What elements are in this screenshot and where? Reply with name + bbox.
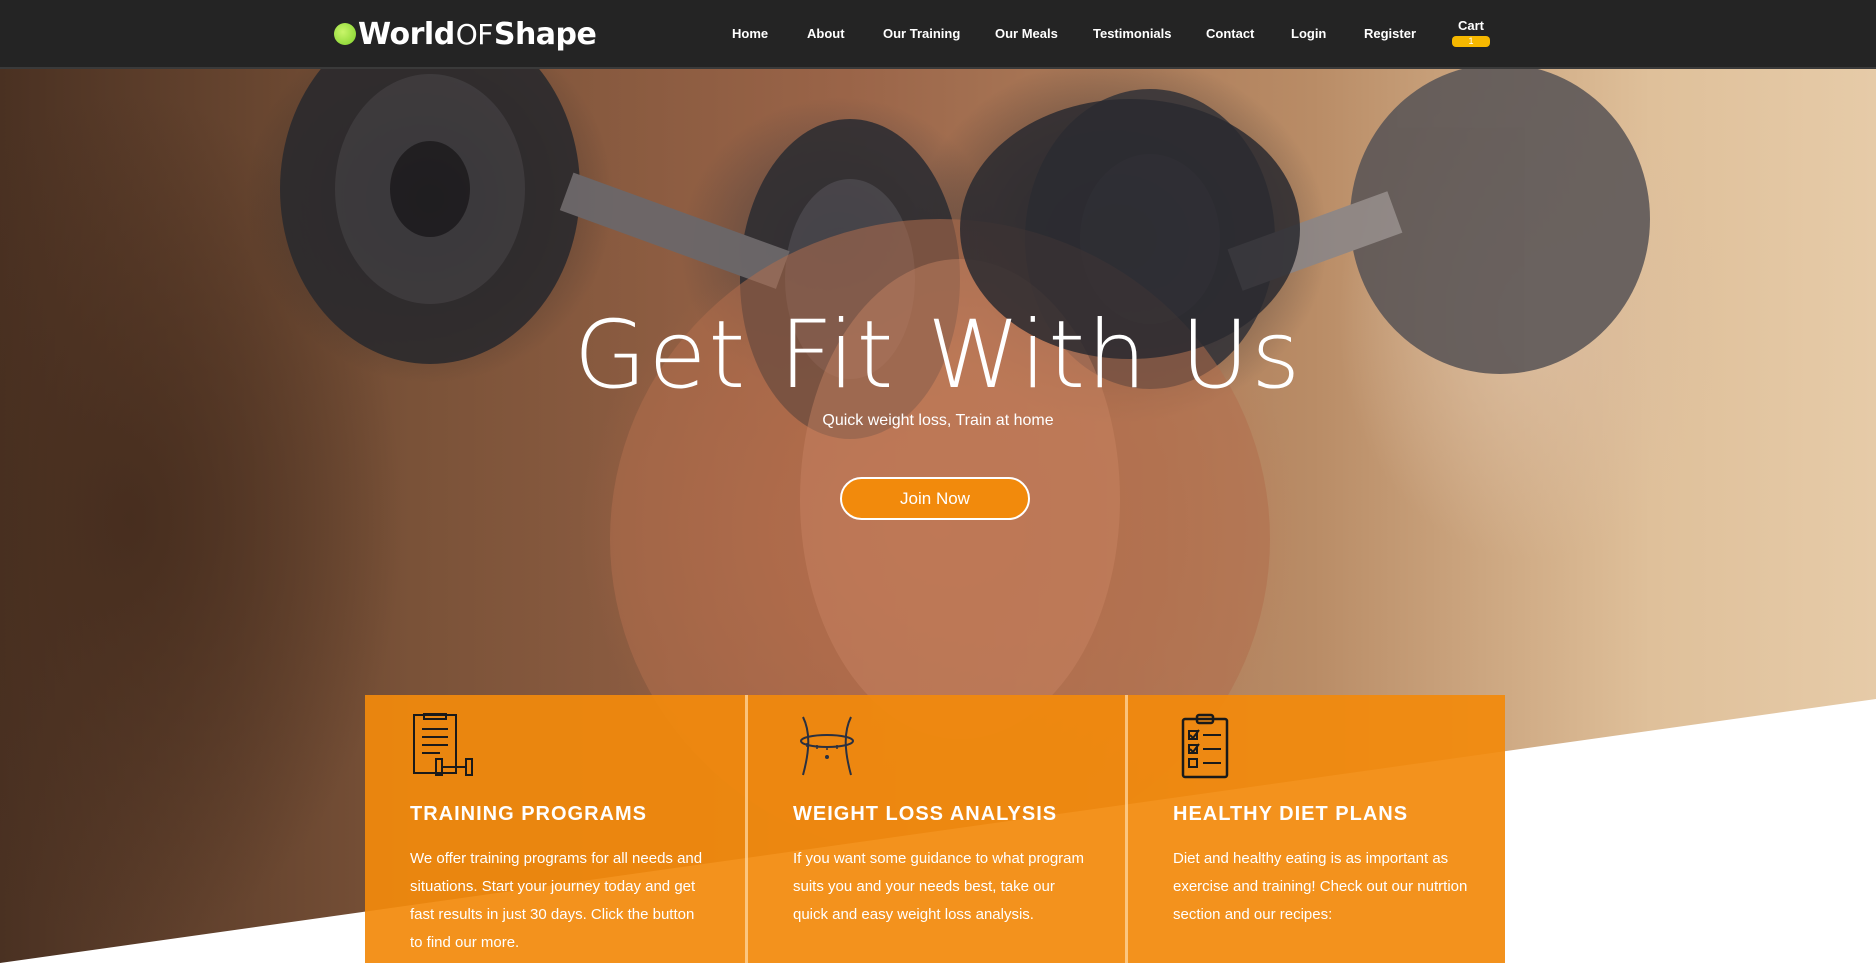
feature-description: Diet and healthy eating is as important … [1173, 850, 1468, 923]
feature-panels: TRAINING PROGRAMS We offer training prog… [365, 695, 1505, 963]
nav-item-our-training[interactable]: Our Training [883, 26, 960, 41]
feature-description: We offer training programs for all needs… [410, 850, 703, 951]
nav-item-home[interactable]: Home [732, 26, 768, 41]
waist-measuring-tape-icon [800, 716, 854, 776]
hero-subtitle: Quick weight loss, Train at home [822, 412, 1054, 429]
nav-item-testimonials[interactable]: Testimonials [1093, 26, 1172, 41]
feature-title: HEALTHY DIET PLANS [1173, 803, 1409, 825]
site-logo[interactable]: World OF Shape [334, 14, 597, 54]
nav-item-contact[interactable]: Contact [1206, 26, 1254, 41]
nav-item-about[interactable]: About [807, 26, 845, 41]
cart-count-badge: 1 [1452, 36, 1490, 47]
training-clipboard-dumbbell-icon [413, 713, 473, 776]
cart-button[interactable]: Cart 1 [1452, 18, 1490, 47]
nav-item-register[interactable]: Register [1364, 26, 1416, 41]
feature-description: If you want some guidance to what progra… [793, 850, 1084, 923]
logo-text-shape: Shape [493, 16, 597, 52]
logo-text-of: OF [455, 17, 494, 51]
logo-text-world: World [358, 16, 455, 52]
cart-label: Cart [1457, 18, 1484, 33]
nav-item-login[interactable]: Login [1291, 26, 1326, 41]
feature-healthy-diet-plans[interactable]: HEALTHY DIET PLANS Diet and healthy eati… [1125, 695, 1505, 963]
top-navbar: World OF Shape Home About Our Training Our… [0, 0, 1876, 69]
feature-title: WEIGHT LOSS ANALYSIS [793, 803, 1058, 825]
feature-training-programs[interactable]: TRAINING PROGRAMS We offer training prog… [365, 695, 745, 963]
feature-title: TRAINING PROGRAMS [410, 803, 647, 825]
nav-item-our-meals[interactable]: Our Meals [995, 26, 1058, 41]
hero-title: Get Fit With Us [573, 301, 1303, 410]
logo-dot-icon [334, 23, 356, 45]
join-now-button[interactable]: Join Now [840, 477, 1030, 520]
feature-weight-loss-analysis[interactable]: WEIGHT LOSS ANALYSIS If you want some gu… [745, 695, 1125, 963]
checklist-clipboard-icon [1181, 713, 1229, 779]
